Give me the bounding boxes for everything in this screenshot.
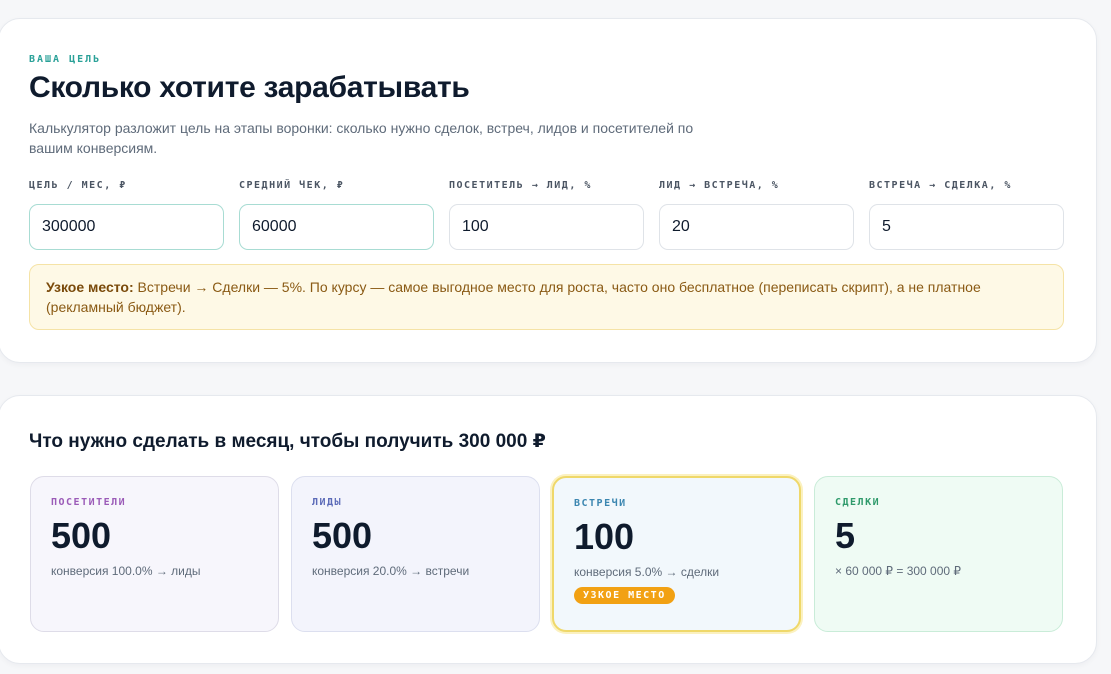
stage-value: 500 [312, 515, 373, 556]
stage-card-visitors: ПОСЕТИТЕЛИ 500 конверсия 100.0% → лиды [30, 476, 279, 632]
field-label: ПОСЕТИТЕЛЬ → ЛИД, % [449, 180, 592, 191]
stage-value: 500 [51, 515, 112, 556]
field-label: СРЕДНИЙ ЧЕК, ₽ [239, 180, 345, 191]
goal-eyebrow: ВАША ЦЕЛЬ [29, 54, 102, 65]
field-meeting-to-deal: ВСТРЕЧА → СДЕЛКА, % [869, 180, 1064, 250]
stage-value: 5 [835, 515, 856, 556]
stage-card-meetings: ВСТРЕЧИ 100 конверсия 5.0% → сделки УЗКО… [552, 476, 801, 632]
stage-label: ЛИДЫ [312, 497, 343, 508]
field-goal-per-month: ЦЕЛЬ / МЕС, ₽ [29, 180, 224, 250]
goal-per-month-input[interactable] [29, 204, 224, 250]
bottleneck-title: Узкое место: [46, 279, 134, 295]
stage-note: × 60 000 ₽ = 300 000 ₽ [835, 564, 962, 578]
field-label: ЦЕЛЬ / МЕС, ₽ [29, 180, 127, 191]
stage-label: СДЕЛКИ [835, 497, 881, 508]
plan-title: Что нужно сделать в месяц, чтобы получит… [29, 431, 546, 452]
lead-to-meeting-input[interactable] [659, 204, 854, 250]
field-average-check: СРЕДНИЙ ЧЕК, ₽ [239, 180, 434, 250]
stage-note: конверсия 20.0% → встречи [312, 564, 470, 578]
stage-value: 100 [574, 516, 635, 557]
stage-note: конверсия 100.0% → лиды [51, 564, 201, 578]
field-lead-to-meeting: ЛИД → ВСТРЕЧА, % [659, 180, 854, 250]
bottleneck-notice: Узкое место: Встречи → Сделки — 5%. По к… [29, 264, 1064, 330]
plan-card: Что нужно сделать в месяц, чтобы получит… [0, 395, 1097, 664]
field-visitor-to-lead: ПОСЕТИТЕЛЬ → ЛИД, % [449, 180, 644, 250]
bottleneck-badge: УЗКОЕ МЕСТО [574, 587, 675, 604]
field-label: ВСТРЕЧА → СДЕЛКА, % [869, 180, 1012, 191]
stage-label: ПОСЕТИТЕЛИ [51, 497, 127, 508]
stage-note: конверсия 5.0% → сделки [574, 565, 720, 579]
stage-card-deals: СДЕЛКИ 5 × 60 000 ₽ = 300 000 ₽ [814, 476, 1063, 632]
meeting-to-deal-input[interactable] [869, 204, 1064, 250]
visitor-to-lead-input[interactable] [449, 204, 644, 250]
goal-card: ВАША ЦЕЛЬ Сколько хотите зарабатывать Ка… [0, 18, 1097, 363]
bottleneck-text: Встречи → Сделки — 5%. По курсу — самое … [46, 279, 981, 315]
stage-label: ВСТРЕЧИ [574, 498, 627, 509]
average-check-input[interactable] [239, 204, 434, 250]
goal-description: Калькулятор разложит цель на этапы ворон… [29, 120, 694, 156]
page-title: Сколько хотите зарабатывать [29, 71, 470, 104]
stage-card-leads: ЛИДЫ 500 конверсия 20.0% → встречи [291, 476, 540, 632]
field-label: ЛИД → ВСТРЕЧА, % [659, 180, 780, 191]
